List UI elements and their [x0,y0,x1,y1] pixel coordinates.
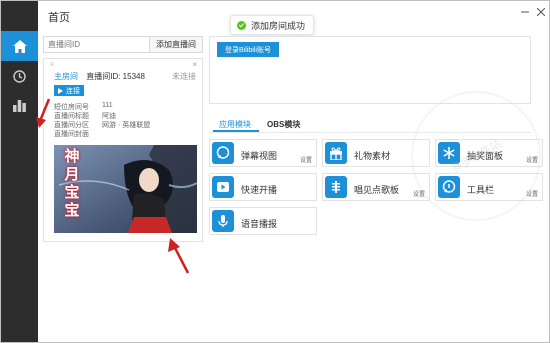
check-circle-icon [237,20,246,30]
room-card: ≡ × 主房间 直播间ID: 15348 未连接 连接 短位房间号 111 直播… [43,58,203,242]
close-icon [537,8,545,16]
info-label: 直播间标题 [54,113,89,120]
active-tab-indicator [213,130,259,132]
gift-icon [325,142,347,164]
left-nav [1,1,38,342]
cover-char: 月 [64,165,80,183]
mic-icon [212,210,234,232]
connect-label: 连接 [66,87,80,95]
module-label: 唱见点歌板 [354,185,400,195]
music-icon [325,176,347,198]
toast-message: 添加房间成功 [251,20,306,31]
settings-link[interactable]: 设置 [300,155,312,164]
cover-char: 宝 [64,201,80,219]
room-id-text: 直播间ID: 15348 [86,72,145,81]
main-room-link[interactable]: 主房间 [54,72,78,81]
annotation-arrow-bottom [168,238,190,274]
module-label: 快速开播 [241,185,278,195]
module-label: 语音播报 [241,219,278,229]
close-button[interactable] [534,5,548,19]
connection-status: 未连接 [172,72,196,81]
app-window: 首页 添加房间成功 添加直播间 ≡ × 主房间 直播间ID: 15348 未连接… [0,0,550,343]
module-voice-broadcast[interactable]: 语音播报 [209,207,317,235]
tab-app-modules[interactable]: 应用模块 [219,119,251,130]
module-danmaku-view[interactable]: 弹幕视图 设置 [209,139,317,167]
module-label: 礼物素材 [354,151,391,161]
cover-char: 神 [64,147,80,165]
play-icon [212,176,234,198]
home-icon [12,39,27,53]
page-title: 首页 [48,12,70,24]
chat-icon [212,142,234,164]
info-value: 网游 · 英雄联盟 [102,122,151,129]
connect-button[interactable]: 连接 [54,85,84,96]
minimize-icon [521,11,529,13]
drag-handle-icon[interactable]: ≡ [50,62,54,68]
module-label: 弹幕视图 [241,151,278,161]
nav-stats[interactable] [1,91,38,121]
add-room-button[interactable]: 添加直播间 [149,36,203,53]
minimize-button[interactable] [518,5,532,19]
info-label: 短位房间号 [54,104,89,111]
room-id-input[interactable] [43,36,149,53]
play-icon [58,87,63,94]
nav-history[interactable] [1,61,38,91]
success-toast: 添加房间成功 [230,15,315,35]
info-label: 直播间分区 [54,122,89,129]
room-header: 主房间 直播间ID: 15348 [54,71,145,82]
nav-home[interactable] [1,31,38,61]
info-value: 111 [102,102,113,109]
bar-chart-icon [13,100,26,112]
info-row: 直播间封面 [54,129,89,139]
tab-obs-modules[interactable]: OBS模块 [267,119,300,130]
close-icon[interactable]: × [192,60,197,69]
login-bilibili-button[interactable]: 登录Bilibili账号 [217,42,279,57]
room-cover-image: 神 月 宝 宝 [54,145,197,233]
watermark-text: 多多软件站 [449,137,504,176]
clock-icon [13,69,26,83]
module-quick-live[interactable]: 快速开播 [209,173,317,201]
cover-char: 宝 [64,183,80,201]
info-label: 直播间封面 [54,131,89,138]
